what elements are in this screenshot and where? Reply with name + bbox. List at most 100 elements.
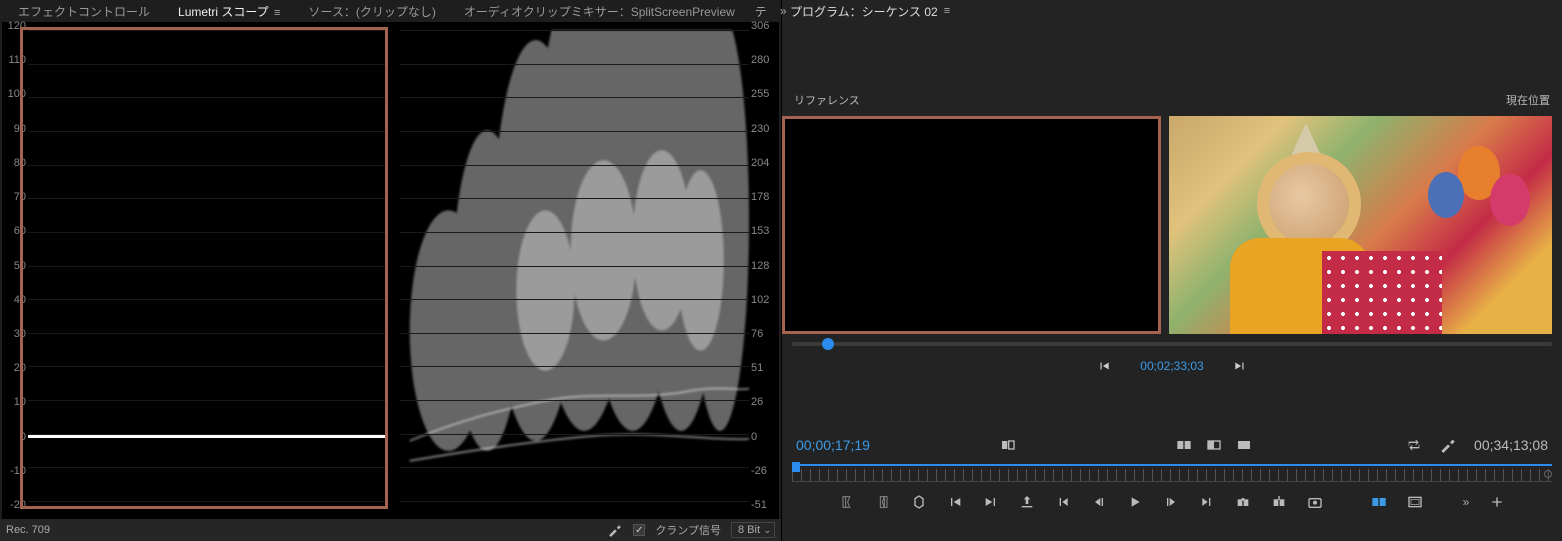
reference-view[interactable] (782, 116, 1161, 334)
axis-tick: 30 (14, 328, 26, 340)
grid-line (400, 501, 749, 502)
scope-left-waveform (28, 30, 388, 501)
chevron-down-icon: ⌄ (763, 525, 771, 536)
panel-menu-icon[interactable]: ≡ (274, 7, 280, 19)
bit-depth-dropdown[interactable]: 8 Bit ⌄ (731, 522, 775, 538)
program-tab-bar: プログラム： シーケンス 02 ≡ (782, 0, 1562, 22)
grid-line (400, 165, 749, 166)
go-to-out-icon[interactable] (1232, 358, 1248, 374)
comparison-view-icon[interactable] (1176, 437, 1192, 453)
reference-scrubber[interactable] (792, 338, 1552, 350)
mark-in-icon[interactable] (839, 494, 855, 510)
axis-tick: 76 (751, 328, 763, 340)
clamp-signal-label: クランプ信号 (655, 522, 721, 538)
add-marker-icon[interactable] (911, 494, 927, 510)
grid-line (400, 266, 749, 267)
grid-line (28, 299, 388, 300)
axis-tick: 128 (751, 260, 769, 272)
program-info-row: 00;00;17;19 00;34;13;08 (782, 430, 1562, 460)
play-icon[interactable] (1127, 494, 1143, 510)
button-editor-plus-icon[interactable] (1489, 494, 1505, 510)
transport-controls: » (782, 488, 1562, 516)
grid-line (28, 266, 388, 267)
scope-footer-bar: Rec. 709 クランプ信号 8 Bit ⌄ (0, 519, 781, 541)
axis-tick: 40 (14, 294, 26, 306)
grid-line (28, 434, 388, 435)
go-to-prev-edit-icon[interactable] (1055, 494, 1071, 510)
grid-line (400, 467, 749, 468)
go-to-next-edit-icon[interactable] (1199, 494, 1215, 510)
snapshot-icon[interactable] (1307, 494, 1323, 510)
step-back-icon[interactable] (1091, 494, 1107, 510)
tab-audio-clip-mixer[interactable]: オーディオクリップミキサー：SplitScreenPreview (450, 0, 749, 22)
lift-icon[interactable] (1235, 494, 1251, 510)
reference-label: リファレンス (794, 92, 860, 108)
wrench-icon[interactable] (607, 522, 623, 538)
current-position-label: 現在位置 (1506, 92, 1550, 108)
grid-line (28, 131, 388, 132)
scrubber-playhead[interactable] (822, 338, 834, 350)
tab-source[interactable]: ソース：(クリップなし) (294, 0, 449, 22)
grid-line (28, 400, 388, 401)
tab-label: Lumetri スコープ (178, 5, 269, 19)
duration-timecode[interactable]: 00;34;13;08 (1474, 437, 1548, 453)
right-8bit-axis: 3062802552302041781531281027651260-26-51 (749, 26, 775, 505)
scrubber-track (792, 342, 1552, 346)
grid-line (400, 30, 749, 31)
grid-line (400, 64, 749, 65)
grid-line (400, 434, 749, 435)
axis-tick: -20 (10, 499, 26, 511)
axis-tick: 120 (8, 20, 26, 32)
scope-right-waveform (400, 30, 749, 501)
program-monitor-panel: プログラム： シーケンス 02 ≡ リファレンス 現在位置 (782, 0, 1562, 541)
left-ire-axis: 1201101009080706050403020100-10-20 (4, 26, 28, 505)
safe-margins-icon[interactable] (1407, 494, 1423, 510)
axis-tick: 0 (751, 431, 757, 443)
grid-line (28, 165, 388, 166)
current-timecode[interactable]: 00;00;17;19 (796, 437, 870, 453)
go-to-out-point-icon[interactable] (983, 494, 999, 510)
reference-timecode[interactable]: 00;02;33;03 (1140, 359, 1203, 373)
scene-balloon (1428, 172, 1464, 218)
grid-line (28, 30, 388, 31)
step-forward-icon[interactable] (1163, 494, 1179, 510)
single-view-icon[interactable] (1206, 437, 1222, 453)
axis-tick: -51 (751, 499, 767, 511)
axis-tick: 306 (751, 20, 769, 32)
timeline-end-marker[interactable] (1544, 470, 1552, 478)
export-frame-icon[interactable] (1019, 494, 1035, 510)
grid-line (400, 333, 749, 334)
loop-icon[interactable] (1406, 437, 1422, 453)
tab-overflow[interactable]: テ (749, 3, 774, 20)
go-to-in-icon[interactable] (1096, 358, 1112, 374)
reference-header: リファレンス 現在位置 (782, 90, 1562, 110)
fit-icon[interactable] (1000, 437, 1016, 453)
grid-line (400, 97, 749, 98)
tab-overflow-chevron[interactable]: » (774, 4, 794, 18)
timeline-ruler[interactable] (792, 464, 1552, 484)
tab-effect-controls[interactable]: エフェクトコントロール (4, 0, 164, 22)
wrench-icon[interactable] (1440, 437, 1456, 453)
grid-line (400, 400, 749, 401)
full-view-icon[interactable] (1236, 437, 1252, 453)
grid-line (400, 131, 749, 132)
panel-menu-icon[interactable]: ≡ (944, 5, 950, 17)
transport-overflow-icon[interactable]: » (1463, 495, 1470, 509)
axis-tick: 50 (14, 260, 26, 272)
grid-line (28, 333, 388, 334)
comparison-toggle-icon[interactable] (1371, 494, 1387, 510)
axis-tick: 110 (8, 54, 26, 66)
axis-tick: -10 (10, 465, 26, 477)
clamp-signal-checkbox[interactable] (633, 524, 645, 536)
scene-child-face (1269, 164, 1349, 244)
axis-tick: 102 (751, 294, 769, 306)
program-sequence-name[interactable]: シーケンス 02 (862, 3, 938, 20)
mark-out-icon[interactable] (875, 494, 891, 510)
grid-line (400, 198, 749, 199)
extract-icon[interactable] (1271, 494, 1287, 510)
go-to-in-point-icon[interactable] (947, 494, 963, 510)
tab-lumetri-scopes[interactable]: Lumetri スコープ ≡ (164, 0, 294, 23)
axis-tick: 60 (14, 225, 26, 237)
timeline-playhead[interactable] (792, 462, 800, 472)
current-position-view[interactable] (1169, 116, 1552, 334)
